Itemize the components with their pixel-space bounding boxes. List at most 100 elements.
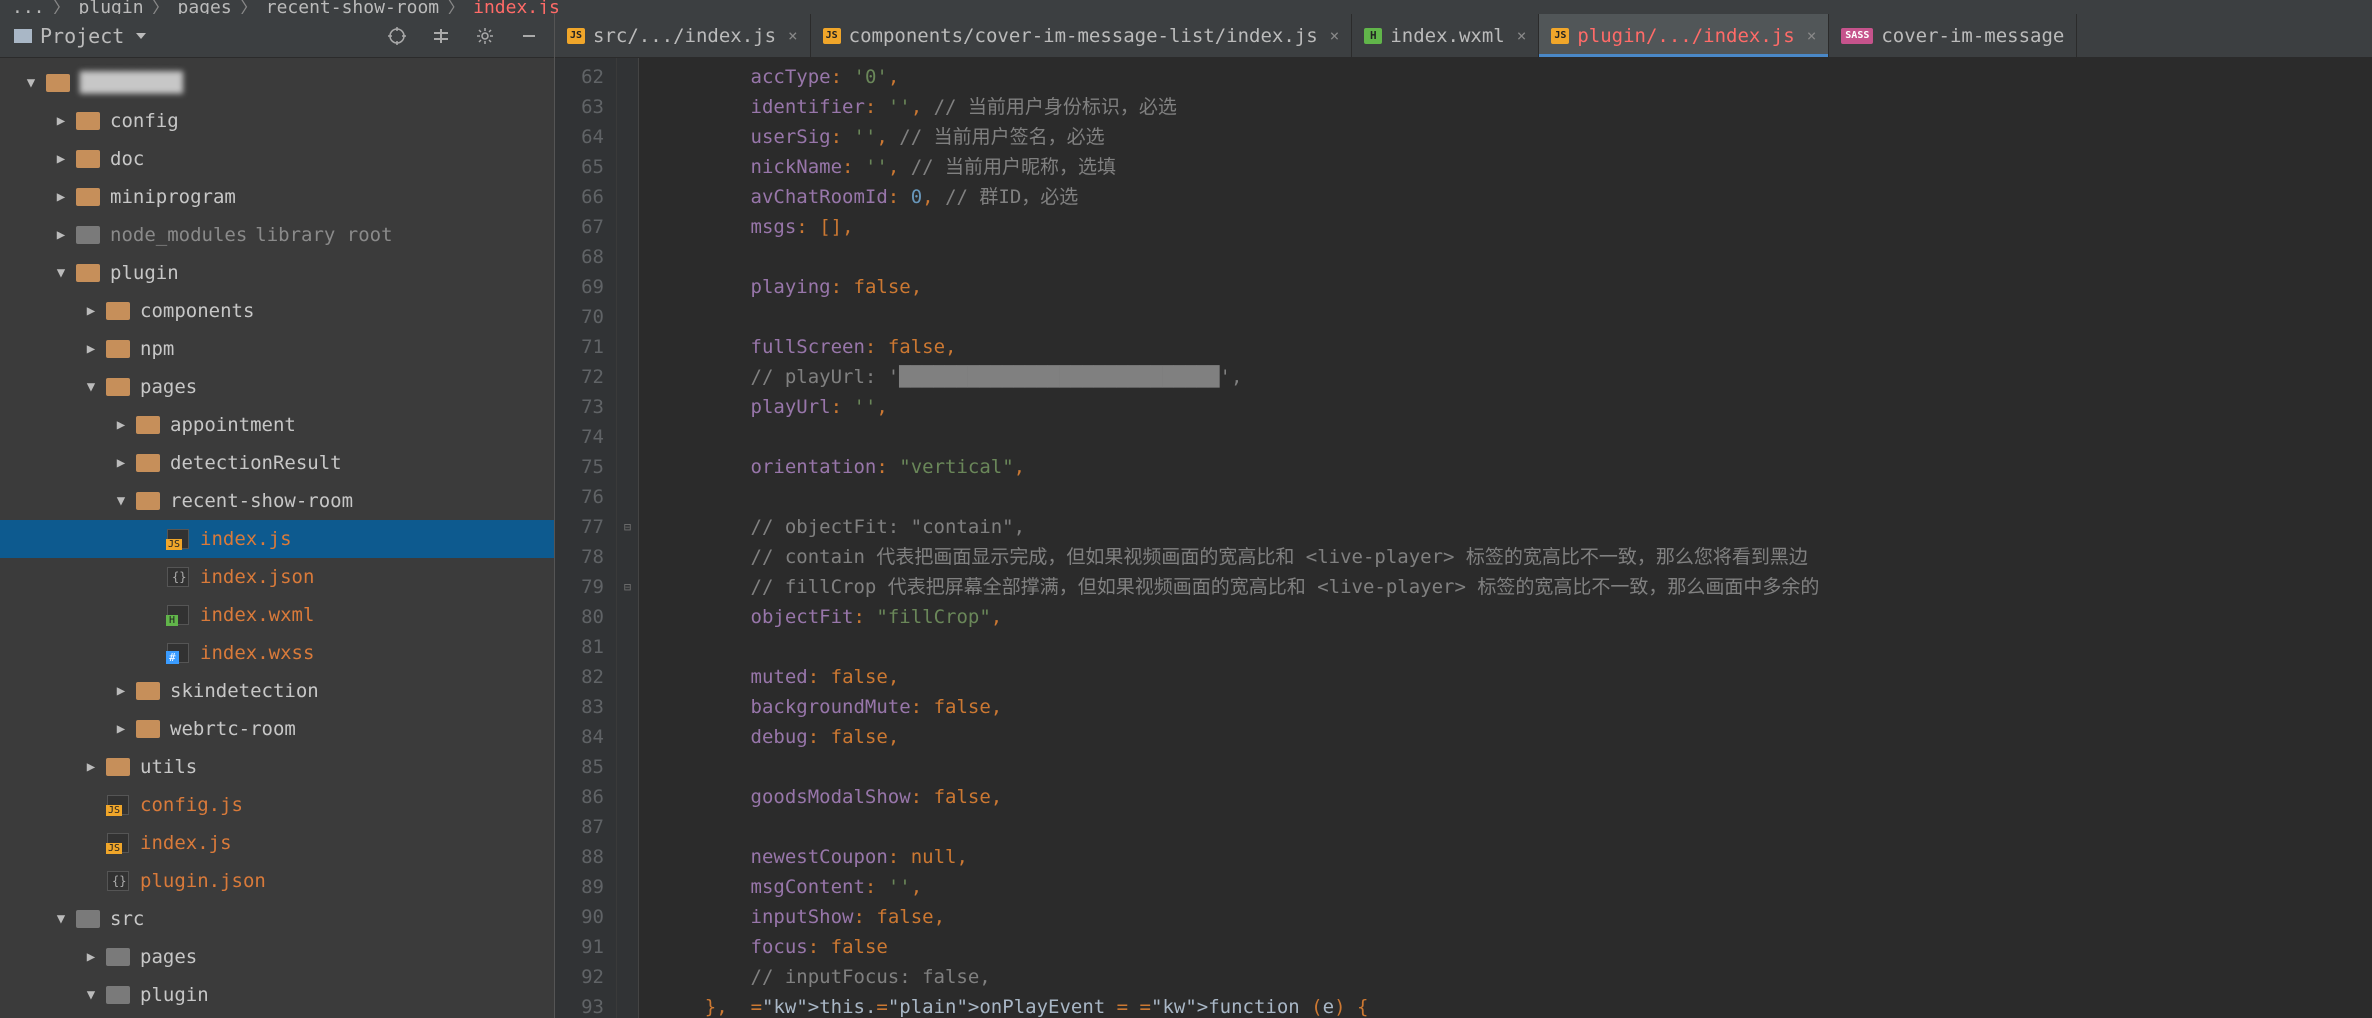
expand-arrow-icon[interactable] [54,227,68,243]
fold-column[interactable]: ⊟⊟ [617,58,639,1018]
tree-label: █████████ [80,72,183,94]
editor-tab[interactable]: JSsrc/.../index.js× [555,14,811,57]
locate-icon[interactable] [386,25,408,47]
tree-label: miniprogram [110,186,236,208]
editor-tabs: JSsrc/.../index.js×JScomponents/cover-im… [555,14,2372,58]
expand-arrow-icon[interactable] [54,151,68,167]
tab-label: src/.../index.js [593,25,776,47]
breadcrumb-item[interactable]: plugin [79,0,144,14]
tree-row[interactable]: node_moduleslibrary root [0,216,554,254]
expand-arrow-icon[interactable] [114,683,128,699]
folder-icon [76,111,100,131]
collapse-all-icon[interactable] [430,25,452,47]
tree-row[interactable]: index.js [0,824,554,862]
expand-arrow-icon[interactable] [54,265,68,281]
tree-label: index.js [200,528,292,550]
editor-tab[interactable]: JSplugin/.../index.js× [1539,14,1829,57]
editor-tab[interactable]: Hindex.wxml× [1352,14,1539,57]
tree-row[interactable]: index.wxss [0,634,554,672]
breadcrumb-item[interactable]: ... [12,0,45,14]
expand-arrow-icon[interactable] [114,721,128,737]
expand-arrow-icon[interactable] [24,75,38,91]
tree-row[interactable]: appointment [0,406,554,444]
tree-label: config.js [140,794,243,816]
tree-row[interactable]: plugin [0,254,554,292]
close-icon[interactable]: × [1517,26,1527,45]
tree-row[interactable]: █████████ [0,64,554,102]
tree-label: skindetection [170,680,319,702]
chevron-down-icon[interactable] [136,33,146,39]
expand-arrow-icon[interactable] [54,911,68,927]
tree-label: node_modules [110,224,247,246]
tab-label: index.wxml [1390,25,1504,47]
tree-row[interactable]: pages [0,368,554,406]
expand-arrow-icon[interactable] [54,113,68,129]
wxml-file-icon [166,605,190,625]
js-file-icon: JS [823,28,841,44]
breadcrumb: ...〉plugin〉pages〉recent-show-room〉index.… [0,0,2372,14]
tree-row[interactable]: index.js [0,520,554,558]
tree-row[interactable]: index.json [0,558,554,596]
tree-row[interactable]: plugin.json [0,862,554,900]
code-editor[interactable]: 6263646566676869707172737475767778798081… [555,58,2372,1018]
tree-label: plugin [140,984,209,1006]
close-icon[interactable]: × [788,26,798,45]
expand-arrow-icon[interactable] [84,303,98,319]
tree-row[interactable]: config [0,102,554,140]
expand-arrow-icon[interactable] [114,455,128,471]
tree-row[interactable]: pages [0,938,554,976]
expand-arrow-icon[interactable] [84,341,98,357]
folder-icon [136,681,160,701]
tree-row[interactable]: index.wxml [0,596,554,634]
tree-row[interactable]: miniprogram [0,178,554,216]
project-tree[interactable]: █████████ configdoc miniprogram node_module… [0,58,554,1018]
json-file-icon [106,871,130,891]
editor-tab[interactable]: SASScover-im-message [1829,14,2077,57]
folder-icon [106,377,130,397]
editor-tab[interactable]: JScomponents/cover-im-message-list/index… [811,14,1353,57]
close-icon[interactable]: × [1807,26,1817,45]
folder-icon [76,263,100,283]
expand-arrow-icon[interactable] [84,949,98,965]
tree-label: webrtc-room [170,718,296,740]
close-icon[interactable]: × [1330,26,1340,45]
tree-row[interactable]: skindetection [0,672,554,710]
folder-icon [106,339,130,359]
tree-label: npm [140,338,174,360]
hide-icon[interactable] [518,25,540,47]
folder-icon [76,187,100,207]
tree-label: index.wxss [200,642,314,664]
tree-row[interactable]: config.js [0,786,554,824]
line-gutter: 6263646566676869707172737475767778798081… [555,58,617,1018]
folder-icon [76,909,100,929]
breadcrumb-item[interactable]: pages [178,0,232,14]
tree-row[interactable]: webrtc-room [0,710,554,748]
tree-row[interactable]: recent-show-room [0,482,554,520]
breadcrumb-item[interactable]: index.js [473,0,560,14]
breadcrumb-item[interactable]: recent-show-room [266,0,439,14]
tree-row[interactable]: components [0,292,554,330]
tree-row[interactable]: src [0,900,554,938]
code-body[interactable]: accType: '0', identifier: '', // 当前用户身份标… [639,58,2372,1018]
folder-icon [106,301,130,321]
expand-arrow-icon[interactable] [84,759,98,775]
gear-icon[interactable] [474,25,496,47]
tree-row[interactable]: utils [0,748,554,786]
tree-label: pages [140,376,197,398]
tree-row[interactable]: npm [0,330,554,368]
tree-row[interactable]: detectionResult [0,444,554,482]
folder-icon [106,947,130,967]
folder-icon [76,225,100,245]
expand-arrow-icon[interactable] [114,493,128,509]
folder-icon [136,415,160,435]
expand-arrow-icon[interactable] [84,987,98,1003]
project-title[interactable]: Project [40,24,124,48]
js-file-icon [106,833,130,853]
js-file-icon [106,795,130,815]
folder-icon [106,757,130,777]
expand-arrow-icon[interactable] [114,417,128,433]
expand-arrow-icon[interactable] [84,379,98,395]
expand-arrow-icon[interactable] [54,189,68,205]
tree-row[interactable]: doc [0,140,554,178]
tree-row[interactable]: plugin [0,976,554,1014]
